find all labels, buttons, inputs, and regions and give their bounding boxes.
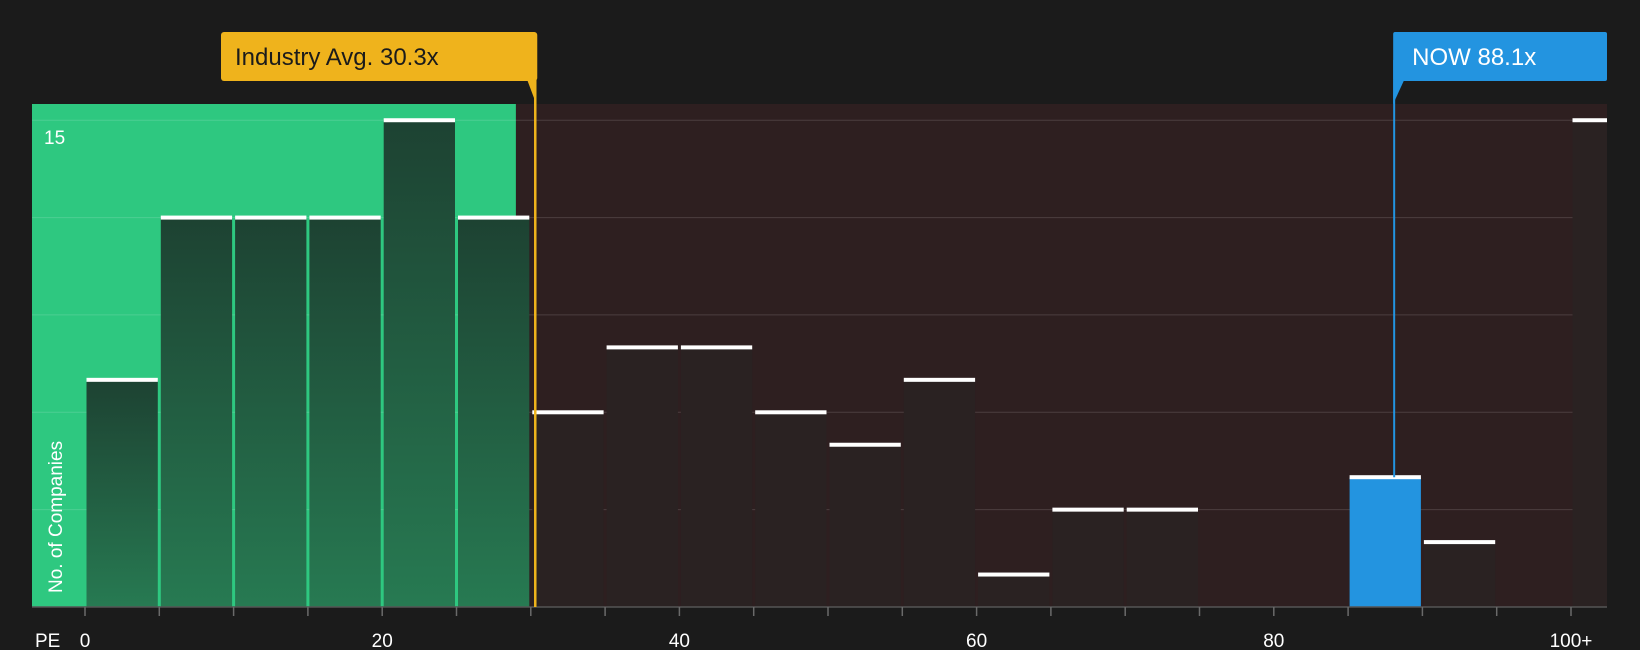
bar-cap [309,215,381,220]
bar-cap [1349,475,1421,480]
bar-cap [160,215,233,220]
bar-cap [978,572,1050,577]
bar-cap [903,377,976,382]
bar-cap [606,345,678,350]
bar-cap [1126,507,1198,512]
histogram-bar [86,379,158,607]
histogram-bar [1052,509,1124,607]
industry-avg-label: Industry Avg. 30.3x [235,44,439,71]
bar-cap [86,377,158,382]
bar-cap [235,215,307,220]
histogram-bar [235,217,307,608]
histogram-bar [755,412,827,607]
bar-cap [458,215,530,220]
x-axis: 0 20 40 60 80 100+ [32,606,1607,650]
bar-cap [1052,507,1124,512]
bar-cap [755,410,827,415]
bar-cap [532,410,604,415]
x-tick-label: 60 [966,631,987,650]
histogram-bar [1572,120,1607,608]
y-tick-label: 15 [44,128,65,149]
histogram-bar [978,574,1050,607]
company-pe-label: NOW 88.1x [1412,44,1536,71]
histogram-bar [309,217,381,608]
x-tick-label: 80 [1263,631,1284,650]
histogram-bar [383,120,455,608]
x-axis-title: PE [35,631,60,650]
bar-cap [829,442,901,447]
x-tick-label: 0 [80,631,91,650]
bar-cap [383,118,455,123]
x-tick-label: 100+ [1550,631,1593,650]
x-tick-label: 20 [372,631,393,650]
histogram-bar [1126,509,1198,607]
histogram-bar [458,217,530,608]
bar-cap [1423,540,1496,545]
y-axis-title: No. of Companies [46,441,67,593]
histogram-bar [532,412,604,607]
histogram-bar [1423,542,1496,607]
histogram-bar [606,347,678,607]
histogram-bar [829,444,901,607]
x-tick-label: 40 [669,631,690,650]
histogram-bar [680,347,753,607]
histogram-bar [903,379,976,607]
bar-cap [680,345,753,350]
industry-avg-pointer [527,80,537,104]
histogram-bar [160,217,233,608]
bar-cap [1572,118,1607,123]
pe-distribution-chart: 0 20 40 60 80 100+ 15 No. of Companies PE Ind… [32,32,1608,650]
histogram-bar [1349,477,1421,607]
